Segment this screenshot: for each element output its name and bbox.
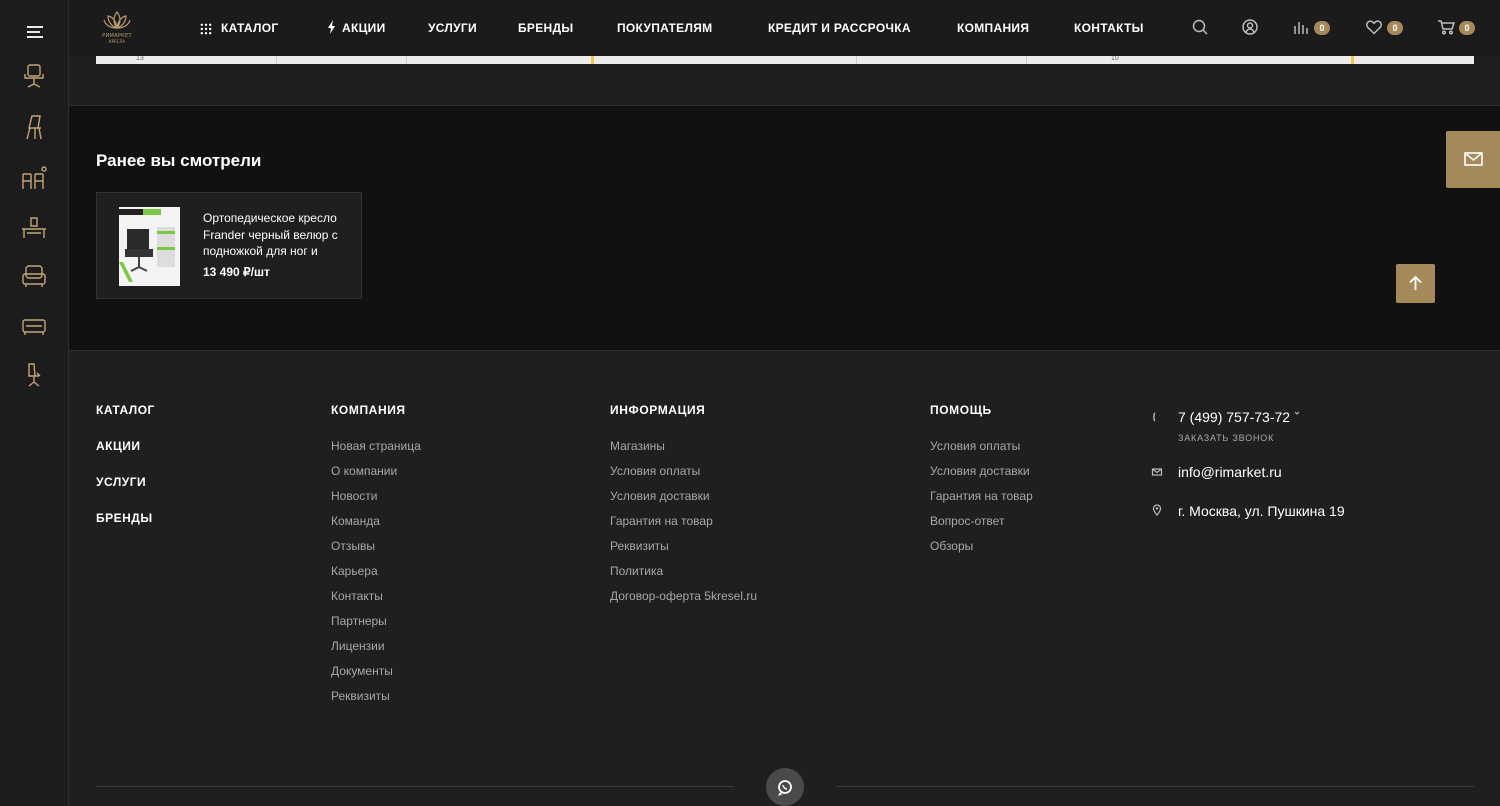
chevron-down-icon[interactable]	[1293, 409, 1301, 417]
lightning-icon	[328, 20, 335, 34]
footer-company-heading[interactable]: КОМПАНИЯ	[331, 403, 406, 417]
gaming-chair-icon[interactable]	[20, 361, 48, 389]
footer-help-link[interactable]: Обзоры	[930, 539, 973, 553]
footer-address: г. Москва, ул. Пушкина 19	[1178, 503, 1345, 519]
office-chair-icon[interactable]	[20, 62, 48, 90]
whatsapp-button[interactable]	[766, 768, 804, 806]
footer-company-link[interactable]: Лицензии	[331, 639, 385, 653]
nav-buyers[interactable]: ПОКУПАТЕЛЯМ	[617, 21, 712, 35]
nav-contacts[interactable]: КОНТАКТЫ	[1074, 21, 1144, 35]
sofa-icon[interactable]	[20, 312, 48, 340]
footer-company-link[interactable]: Новая страница	[331, 439, 421, 453]
footer-info-link[interactable]: Политика	[610, 564, 663, 578]
recently-viewed-title: Ранее вы смотрели	[96, 151, 262, 170]
footer-divider	[96, 786, 734, 787]
map-fragment[interactable]: 13 10	[96, 56, 1474, 64]
footer-help-link[interactable]: Гарантия на товар	[930, 489, 1033, 503]
top-header: РИМАРКЕТ КРЕСЛА КАТАЛОГ АКЦИИ УСЛУГИ БРЕ…	[69, 0, 1500, 56]
footer-help-link[interactable]: Вопрос-ответ	[930, 514, 1004, 528]
compare-count-badge: 0	[1314, 21, 1330, 35]
footer-company-link[interactable]: Команда	[331, 514, 380, 528]
compare-icon[interactable]	[1292, 18, 1310, 36]
arrow-up-icon	[1409, 275, 1422, 290]
footer-help-heading[interactable]: ПОМОЩЬ	[930, 403, 992, 417]
product-price: 13 490 ₽/шт	[203, 265, 270, 279]
logo-subtext: КРЕСЛА	[108, 39, 126, 44]
footer-help-link[interactable]: Условия оплаты	[930, 439, 1020, 453]
footer-info-link[interactable]: Договор-оферта 5kresel.ru	[610, 589, 757, 603]
footer-link-services[interactable]: УСЛУГИ	[96, 475, 146, 489]
nav-services[interactable]: УСЛУГИ	[428, 21, 477, 35]
footer-company-link[interactable]: Контакты	[331, 589, 383, 603]
footer-info-link[interactable]: Условия оплаты	[610, 464, 700, 478]
footer-company-link[interactable]: Документы	[331, 664, 393, 678]
nav-company[interactable]: КОМПАНИЯ	[957, 21, 1029, 35]
footer-company-link[interactable]: Отзывы	[331, 539, 375, 553]
cart-icon[interactable]	[1437, 18, 1456, 36]
order-callback-link[interactable]: ЗАКАЗАТЬ ЗВОНОК	[1178, 433, 1274, 443]
footer-company-link[interactable]: О компании	[331, 464, 397, 478]
footer-divider	[836, 786, 1474, 787]
footer-info-link[interactable]: Реквизиты	[610, 539, 669, 553]
footer-info-link[interactable]: Магазины	[610, 439, 665, 453]
favorites-count-badge: 0	[1387, 21, 1403, 35]
recent-product-card[interactable]: Ортопедическое кресло Frander черный вел…	[96, 192, 362, 299]
product-name[interactable]: Ортопедическое кресло Frander черный вел…	[203, 210, 348, 260]
recently-viewed-section: Ранее вы смотрели Ортопедическое кресло …	[69, 105, 1500, 351]
mail-icon	[1464, 152, 1483, 166]
cart-count-badge: 0	[1459, 21, 1475, 35]
scroll-to-top-button[interactable]	[1396, 264, 1435, 303]
email-icon	[1151, 468, 1163, 476]
left-sidebar	[0, 0, 69, 806]
phone-icon	[1153, 412, 1156, 422]
chair-icon[interactable]	[20, 113, 48, 141]
armchair-icon[interactable]	[20, 262, 48, 290]
map-label: 10	[1111, 56, 1119, 62]
menu-burger-icon[interactable]	[27, 26, 43, 38]
map-label: 13	[136, 56, 144, 62]
feedback-mail-button[interactable]	[1446, 131, 1500, 188]
brand-logo[interactable]: РИМАРКЕТ КРЕСЛА	[96, 8, 138, 44]
footer-company-link[interactable]: Новости	[331, 489, 377, 503]
footer-help-link[interactable]: Условия доставки	[930, 464, 1030, 478]
search-icon[interactable]	[1191, 18, 1209, 36]
footer-info-heading[interactable]: ИНФОРМАЦИЯ	[610, 403, 705, 417]
footer-company-link[interactable]: Карьера	[331, 564, 378, 578]
whatsapp-icon	[777, 780, 792, 796]
footer-company-link[interactable]: Реквизиты	[331, 689, 390, 703]
footer-email[interactable]: info@rimarket.ru	[1178, 464, 1282, 480]
footer-link-brands[interactable]: БРЕНДЫ	[96, 511, 153, 525]
nav-credit[interactable]: КРЕДИТ И РАССРОЧКА	[768, 21, 911, 35]
favorites-heart-icon[interactable]	[1365, 18, 1383, 36]
nav-sales[interactable]: АКЦИИ	[342, 21, 386, 35]
bar-stools-icon[interactable]	[20, 164, 48, 192]
catalog-grid-icon	[200, 23, 212, 35]
desk-icon[interactable]	[20, 213, 48, 241]
user-account-icon[interactable]	[1241, 18, 1259, 36]
footer-link-sales[interactable]: АКЦИИ	[96, 439, 141, 453]
nav-catalog[interactable]: КАТАЛОГ	[221, 21, 278, 35]
product-image[interactable]	[119, 207, 180, 286]
footer-phone[interactable]: 7 (499) 757-73-72	[1178, 409, 1290, 425]
location-pin-icon	[1152, 504, 1162, 516]
nav-brands[interactable]: БРЕНДЫ	[518, 21, 573, 35]
footer-info-link[interactable]: Условия доставки	[610, 489, 710, 503]
footer-link-catalog[interactable]: КАТАЛОГ	[96, 403, 155, 417]
footer-info-link[interactable]: Гарантия на товар	[610, 514, 713, 528]
footer-company-link[interactable]: Партнеры	[331, 614, 387, 628]
